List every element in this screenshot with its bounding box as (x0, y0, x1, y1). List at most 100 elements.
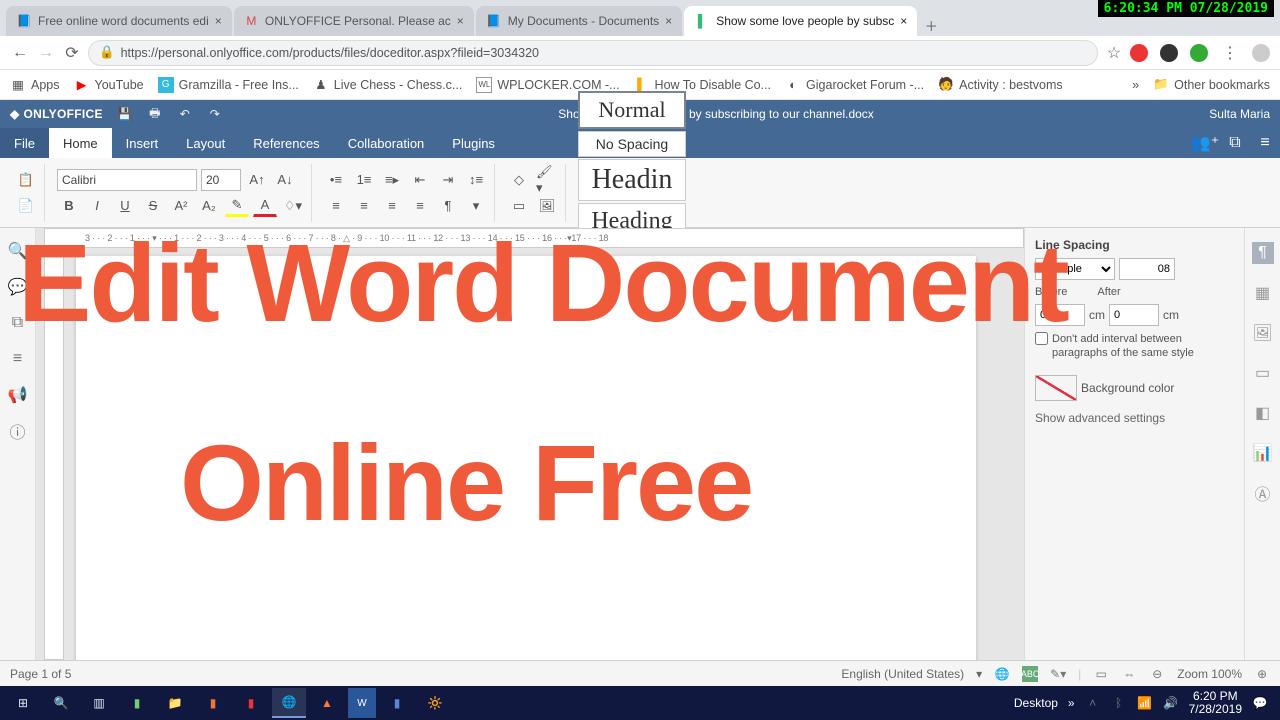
start-button[interactable]: ⊞ (6, 688, 40, 718)
ext-icon[interactable] (1190, 44, 1208, 62)
shading-button[interactable]: ▾ (464, 195, 488, 217)
zoom-in-icon[interactable]: ⊕ (1254, 666, 1270, 682)
spellcheck2-icon[interactable]: ABC (1022, 666, 1038, 682)
fit-page-icon[interactable]: ▭ (1093, 666, 1109, 682)
chart-tab-icon[interactable]: 📊 (1252, 442, 1274, 464)
align-justify-button[interactable]: ≡ (408, 195, 432, 217)
clock[interactable]: 6:20 PM7/28/2019 (1189, 690, 1242, 716)
browser-tab-active[interactable]: ▌Show some love people by subsc× (684, 6, 917, 36)
bgcolor-swatch[interactable] (1035, 375, 1077, 401)
image-tab-icon[interactable]: 🖼 (1252, 322, 1274, 344)
linespacing-mode[interactable]: Multiple (1035, 258, 1115, 280)
star-icon[interactable]: ☆ (1104, 43, 1124, 63)
zoom-level[interactable]: Zoom 100% (1177, 667, 1242, 681)
paragraph-tab-icon[interactable]: ¶ (1252, 242, 1274, 264)
search-icon[interactable]: 🔍 (9, 242, 27, 260)
wifi-icon[interactable]: 📶 (1137, 695, 1153, 711)
bookmark-item[interactable]: GGramzilla - Free Ins... (158, 77, 299, 93)
page-count[interactable]: Page 1 of 5 (10, 667, 71, 681)
align-center-button[interactable]: ≡ (352, 195, 376, 217)
style-heading1[interactable]: Headin (578, 159, 686, 201)
profile-icon[interactable] (1252, 44, 1270, 62)
ext-icon[interactable] (1160, 44, 1178, 62)
italic-button[interactable]: I (85, 195, 109, 217)
chat-icon[interactable]: ⧉ (9, 314, 27, 332)
spacing-after[interactable] (1109, 304, 1159, 326)
omnibox[interactable]: 🔒 https://personal.onlyoffice.com/produc… (88, 40, 1098, 66)
search-button[interactable]: 🔍 (44, 688, 78, 718)
same-style-checkbox[interactable]: Don't add interval between paragraphs of… (1035, 332, 1234, 361)
align-right-button[interactable]: ≡ (380, 195, 404, 217)
print-icon[interactable]: 🖶 (147, 106, 163, 122)
other-bookmarks[interactable]: 📁Other bookmarks (1153, 77, 1270, 93)
bookmark-item[interactable]: ♟Live Chess - Chess.c... (313, 77, 463, 93)
bookmarks-overflow[interactable]: » (1132, 78, 1139, 92)
open-location-icon[interactable]: ⧉ (1220, 128, 1250, 158)
chrome-icon[interactable]: 🌐 (272, 688, 306, 718)
linespacing-value[interactable] (1119, 258, 1175, 280)
taskbar-app[interactable]: ▮ (196, 688, 230, 718)
vertical-ruler[interactable] (44, 250, 64, 660)
copy-icon[interactable]: 📋 (14, 169, 38, 191)
close-icon[interactable]: × (665, 14, 672, 28)
outdent-button[interactable]: ⇤ (408, 169, 432, 191)
volume-icon[interactable]: 🔊 (1163, 695, 1179, 711)
browser-tab[interactable]: MONLYOFFICE Personal. Please ac× (234, 6, 474, 36)
view-settings-icon[interactable]: ≡ (1250, 128, 1280, 158)
tab-references[interactable]: References (239, 128, 333, 158)
navigation-icon[interactable]: ≡ (9, 350, 27, 368)
browser-tab[interactable]: 📘My Documents - Documents× (476, 6, 682, 36)
highlight-button[interactable]: ✎ (225, 195, 249, 217)
ext-icon[interactable] (1130, 44, 1148, 62)
save-icon[interactable]: 💾 (117, 106, 133, 122)
tab-plugins[interactable]: Plugins (438, 128, 509, 158)
change-case-button[interactable]: ♢▾ (281, 195, 305, 217)
new-tab-button[interactable]: ＋ (919, 14, 943, 36)
font-shrink-icon[interactable]: A↓ (273, 169, 297, 191)
table-tab-icon[interactable]: ▦ (1252, 282, 1274, 304)
shape-tab-icon[interactable]: ◧ (1252, 402, 1274, 424)
zoom-out-icon[interactable]: ⊖ (1149, 666, 1165, 682)
trackchanges-icon[interactable]: ✎▾ (1050, 666, 1066, 682)
file-explorer-icon[interactable]: 📁 (158, 688, 192, 718)
advanced-settings-link[interactable]: Show advanced settings (1035, 411, 1234, 425)
numbering-button[interactable]: 1≡ (352, 169, 376, 191)
clear-style-button[interactable]: ◇ (507, 169, 531, 191)
undo-icon[interactable]: ↶ (177, 106, 193, 122)
word-icon[interactable]: W (348, 688, 376, 718)
redo-icon[interactable]: ↷ (207, 106, 223, 122)
document-page[interactable] (76, 256, 976, 660)
vlc-icon[interactable]: ▲ (310, 688, 344, 718)
taskbar-app[interactable]: ▮ (380, 688, 414, 718)
close-icon[interactable]: × (900, 14, 907, 28)
tab-collaboration[interactable]: Collaboration (334, 128, 439, 158)
tab-home[interactable]: Home (49, 128, 112, 158)
bluetooth-icon[interactable]: ᛒ (1111, 695, 1127, 711)
spacing-before[interactable] (1035, 304, 1085, 326)
doc-language[interactable]: English (United States) (841, 667, 964, 681)
notifications-icon[interactable]: 💬 (1252, 695, 1268, 711)
select-all-button[interactable]: ▭ (507, 195, 531, 217)
close-icon[interactable]: × (215, 14, 222, 28)
tab-file[interactable]: File (0, 128, 49, 158)
insert-icon[interactable]: 🖼 (535, 195, 559, 217)
taskbar-app[interactable]: ▮ (120, 688, 154, 718)
spellcheck-icon[interactable]: 🌐 (994, 666, 1010, 682)
forward-icon[interactable]: → (36, 43, 56, 63)
font-size-select[interactable]: 20 (201, 169, 241, 191)
style-nospacing[interactable]: No Spacing (578, 131, 686, 157)
bookmark-item[interactable]: ◐Gigarocket Forum -... (785, 77, 924, 93)
feedback-icon[interactable]: 📢 (9, 386, 27, 404)
user-name[interactable]: Sulta Maria (1209, 107, 1270, 121)
style-normal[interactable]: Normal (578, 91, 686, 129)
browser-tab[interactable]: 📘Free online word documents edi× (6, 6, 232, 36)
desktop-toolbar[interactable]: Desktop (1014, 696, 1058, 710)
taskbar-app[interactable]: ▮ (234, 688, 268, 718)
paragraph-marks-button[interactable]: ¶ (436, 195, 460, 217)
tab-insert[interactable]: Insert (112, 128, 173, 158)
subscript-button[interactable]: A₂ (197, 195, 221, 217)
indent-button[interactable]: ⇥ (436, 169, 460, 191)
taskbar-app[interactable]: 🔆 (418, 688, 452, 718)
tray-up-icon[interactable]: ˄ (1085, 695, 1101, 711)
font-name-select[interactable]: Calibri (57, 169, 197, 191)
